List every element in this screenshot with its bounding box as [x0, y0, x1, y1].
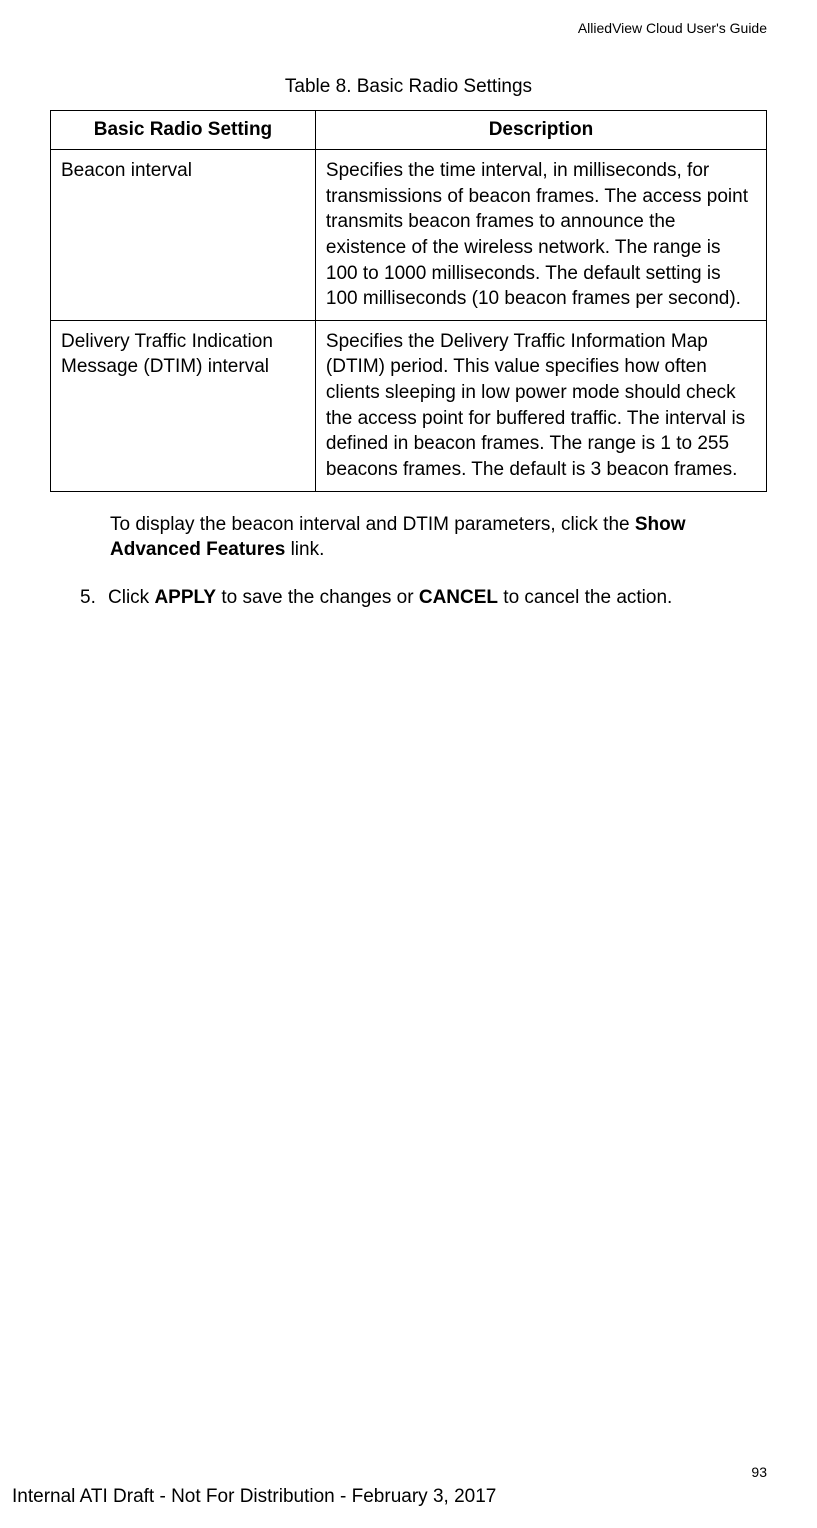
settings-table: Basic Radio Setting Description Beacon i… [50, 110, 767, 492]
table-cell-setting: Delivery Traffic Indication Message (DTI… [51, 320, 316, 491]
page-number: 93 [751, 1464, 767, 1480]
table-caption: Table 8. Basic Radio Settings [50, 76, 767, 98]
step-item: 5.Click APPLY to save the changes or CAN… [80, 585, 767, 611]
table-row: Delivery Traffic Indication Message (DTI… [51, 320, 767, 491]
header-guide-title: AlliedView Cloud User's Guide [50, 20, 767, 36]
body-paragraph: To display the beacon interval and DTIM … [110, 512, 767, 563]
apply-button-text: APPLY [154, 587, 216, 608]
footer-text: Internal ATI Draft - Not For Distributio… [12, 1486, 496, 1508]
text-segment: Click [108, 587, 154, 608]
table-header-setting: Basic Radio Setting [51, 111, 316, 150]
text-segment: link. [285, 539, 324, 560]
table-cell-setting: Beacon interval [51, 150, 316, 321]
table-cell-description: Specifies the Delivery Traffic Informati… [315, 320, 766, 491]
text-segment: to cancel the action. [498, 587, 672, 608]
table-cell-description: Specifies the time interval, in millisec… [315, 150, 766, 321]
table-header-description: Description [315, 111, 766, 150]
text-segment: To display the beacon interval and DTIM … [110, 514, 635, 535]
step-number: 5. [80, 585, 108, 611]
text-segment: to save the changes or [216, 587, 419, 608]
cancel-button-text: CANCEL [419, 587, 498, 608]
table-row: Beacon interval Specifies the time inter… [51, 150, 767, 321]
